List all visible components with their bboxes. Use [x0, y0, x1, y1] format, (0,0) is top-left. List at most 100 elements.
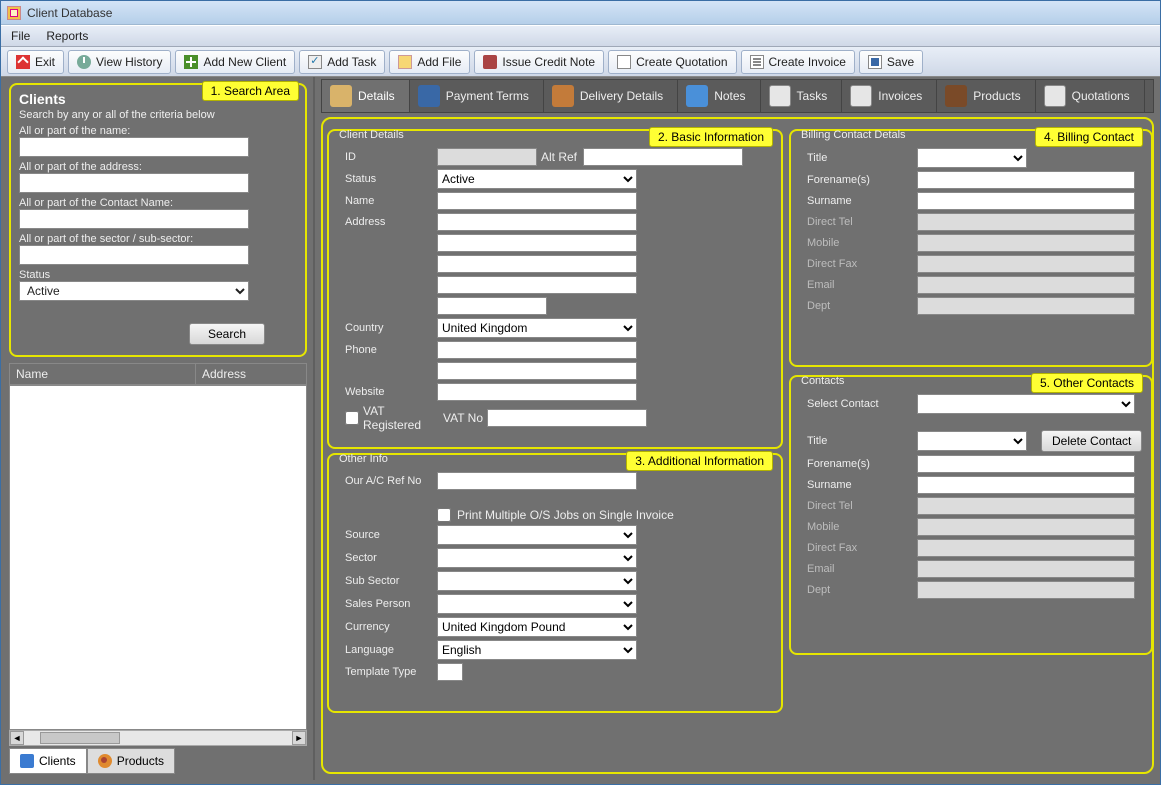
template-type-input[interactable] — [437, 663, 463, 681]
search-name-input[interactable] — [19, 137, 249, 157]
search-contact-input[interactable] — [19, 209, 249, 229]
vat-registered-checkbox[interactable] — [345, 411, 359, 425]
tab-products-bottom[interactable]: Products — [87, 748, 175, 774]
con-email-input — [917, 560, 1135, 578]
con-forenames-input[interactable] — [917, 455, 1135, 473]
add-task-button[interactable]: Add Task — [299, 50, 385, 74]
scroll-thumb[interactable] — [40, 732, 120, 744]
results-list[interactable] — [9, 385, 307, 730]
subsector-select[interactable] — [437, 571, 637, 591]
search-button[interactable]: Search — [189, 323, 265, 345]
con-dept-input — [917, 581, 1135, 599]
tab-delivery-details[interactable]: Delivery Details — [544, 80, 678, 112]
altref-input[interactable] — [583, 148, 743, 166]
address4-input[interactable] — [437, 276, 637, 294]
menu-reports[interactable]: Reports — [46, 29, 88, 43]
label-currency: Currency — [337, 621, 437, 633]
name-input[interactable] — [437, 192, 637, 210]
tab-tasks[interactable]: Tasks — [761, 80, 843, 112]
print-multi-checkbox[interactable] — [437, 508, 451, 522]
create-quote-button[interactable]: Create Quotation — [608, 50, 736, 74]
tab-notes[interactable]: Notes — [678, 80, 760, 112]
label-bill-forenames: Forename(s) — [799, 174, 899, 186]
sidebar: 1. Search Area Clients Search by any or … — [1, 77, 315, 780]
sector-select[interactable] — [437, 548, 637, 568]
vat-no-input[interactable] — [487, 409, 647, 427]
delete-contact-button[interactable]: Delete Contact — [1041, 430, 1142, 452]
results-hscrollbar[interactable]: ◄ ► — [9, 730, 307, 746]
other-info-legend: Other Info — [337, 453, 390, 465]
currency-select[interactable]: United Kingdom Pound — [437, 617, 637, 637]
address2-input[interactable] — [437, 234, 637, 252]
col-name[interactable]: Name — [10, 364, 196, 384]
clients-icon — [20, 754, 34, 768]
tab-quotations-label: Quotations — [1072, 89, 1130, 103]
label-status: Status — [337, 173, 437, 185]
contacts-legend: Contacts — [799, 375, 846, 387]
create-invoice-button[interactable]: Create Invoice — [741, 50, 855, 74]
label-search-address: All or part of the address: — [19, 161, 297, 173]
tab-invoices[interactable]: Invoices — [842, 80, 937, 112]
bill-surname-input[interactable] — [917, 192, 1135, 210]
view-history-button[interactable]: View History — [68, 50, 171, 74]
label-con-forenames: Forename(s) — [799, 458, 899, 470]
issue-credit-button[interactable]: Issue Credit Note — [474, 50, 604, 74]
search-panel: 1. Search Area Clients Search by any or … — [9, 83, 307, 357]
tab-delivery-label: Delivery Details — [580, 89, 663, 103]
history-icon — [77, 55, 91, 69]
payment-icon — [418, 85, 440, 107]
add-client-button[interactable]: Add New Client — [175, 50, 295, 74]
country-select[interactable]: United Kingdom — [437, 318, 637, 338]
label-vat-reg: VAT Registered — [363, 404, 443, 432]
tab-quotations[interactable]: Quotations — [1036, 80, 1145, 112]
status-select[interactable]: Active — [437, 169, 637, 189]
bill-forenames-input[interactable] — [917, 171, 1135, 189]
con-title-select[interactable] — [917, 431, 1027, 451]
address1-input[interactable] — [437, 213, 637, 231]
add-task-label: Add Task — [327, 55, 376, 69]
exit-icon — [16, 55, 30, 69]
tab-products[interactable]: Products — [937, 80, 1035, 112]
label-con-mobile: Mobile — [799, 521, 899, 533]
tab-clients[interactable]: Clients — [9, 748, 87, 774]
website-input[interactable] — [437, 383, 637, 401]
menu-file[interactable]: File — [11, 29, 30, 43]
con-surname-input[interactable] — [917, 476, 1135, 494]
phone2-input[interactable] — [437, 362, 637, 380]
tab-details[interactable]: Details — [322, 80, 410, 112]
exit-label: Exit — [35, 55, 55, 69]
exit-button[interactable]: Exit — [7, 50, 64, 74]
select-contact-select[interactable] — [917, 394, 1135, 414]
col-address[interactable]: Address — [196, 364, 252, 384]
postcode-input[interactable] — [437, 297, 547, 315]
file-icon — [398, 55, 412, 69]
scroll-right-arrow[interactable]: ► — [292, 731, 306, 745]
source-select[interactable] — [437, 525, 637, 545]
add-file-button[interactable]: Add File — [389, 50, 470, 74]
plus-icon — [184, 55, 198, 69]
callout-additional: 3. Additional Information — [626, 451, 773, 471]
products-icon — [98, 754, 112, 768]
window-titlebar: Client Database — [1, 1, 1160, 25]
bill-title-select[interactable] — [917, 148, 1027, 168]
results-header: Name Address — [9, 363, 307, 385]
phone-input[interactable] — [437, 341, 637, 359]
search-address-input[interactable] — [19, 173, 249, 193]
billing-legend: Billing Contact Detals — [799, 129, 908, 141]
bill-dept-input — [917, 297, 1135, 315]
search-status-select[interactable]: Active — [19, 281, 249, 301]
label-website: Website — [337, 386, 437, 398]
scroll-left-arrow[interactable]: ◄ — [10, 731, 24, 745]
address3-input[interactable] — [437, 255, 637, 273]
tab-details-label: Details — [358, 89, 395, 103]
save-button[interactable]: Save — [859, 50, 923, 74]
search-sector-input[interactable] — [19, 245, 249, 265]
quote-icon — [617, 55, 631, 69]
callout-other-contacts: 5. Other Contacts — [1031, 373, 1143, 393]
save-icon — [868, 55, 882, 69]
our-ac-input[interactable] — [437, 472, 637, 490]
salesperson-select[interactable] — [437, 594, 637, 614]
label-phone: Phone — [337, 344, 437, 356]
language-select[interactable]: English — [437, 640, 637, 660]
tab-payment-terms[interactable]: Payment Terms — [410, 80, 544, 112]
